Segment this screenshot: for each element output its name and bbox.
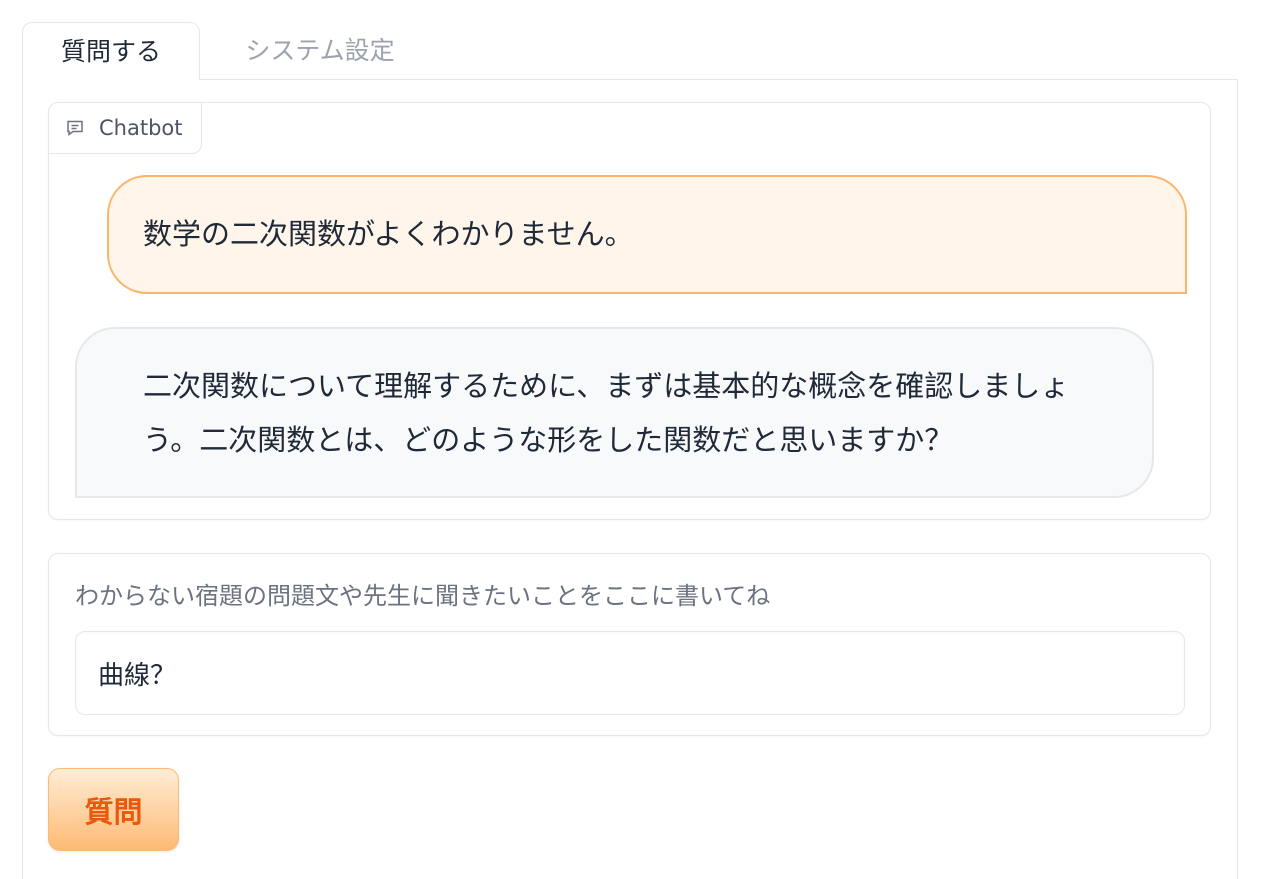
chatbot-block: Chatbot 数学の二次関数がよくわかりません。 二次関数について理解するため… xyxy=(48,102,1211,520)
tab-system-settings[interactable]: システム設定 xyxy=(200,22,440,80)
question-input-label: わからない宿題の問題文や先生に聞きたいことをここに書いてね xyxy=(75,582,771,610)
submit-question-button[interactable]: 質問 xyxy=(48,768,179,851)
chatbot-label-text: Chatbot xyxy=(99,116,183,140)
chat-icon xyxy=(67,120,83,136)
bot-message: 二次関数について理解するために、まずは基本的な概念を確認しましょう。二次関数とは… xyxy=(75,327,1154,498)
chatbot-label: Chatbot xyxy=(48,102,202,154)
question-input[interactable] xyxy=(75,631,1185,715)
tab-bar: 質問する システム設定 xyxy=(22,22,1238,80)
tab-ask-question[interactable]: 質問する xyxy=(22,22,200,80)
user-message: 数学の二次関数がよくわかりません。 xyxy=(107,175,1187,294)
question-input-block: わからない宿題の問題文や先生に聞きたいことをここに書いてね xyxy=(48,553,1211,736)
